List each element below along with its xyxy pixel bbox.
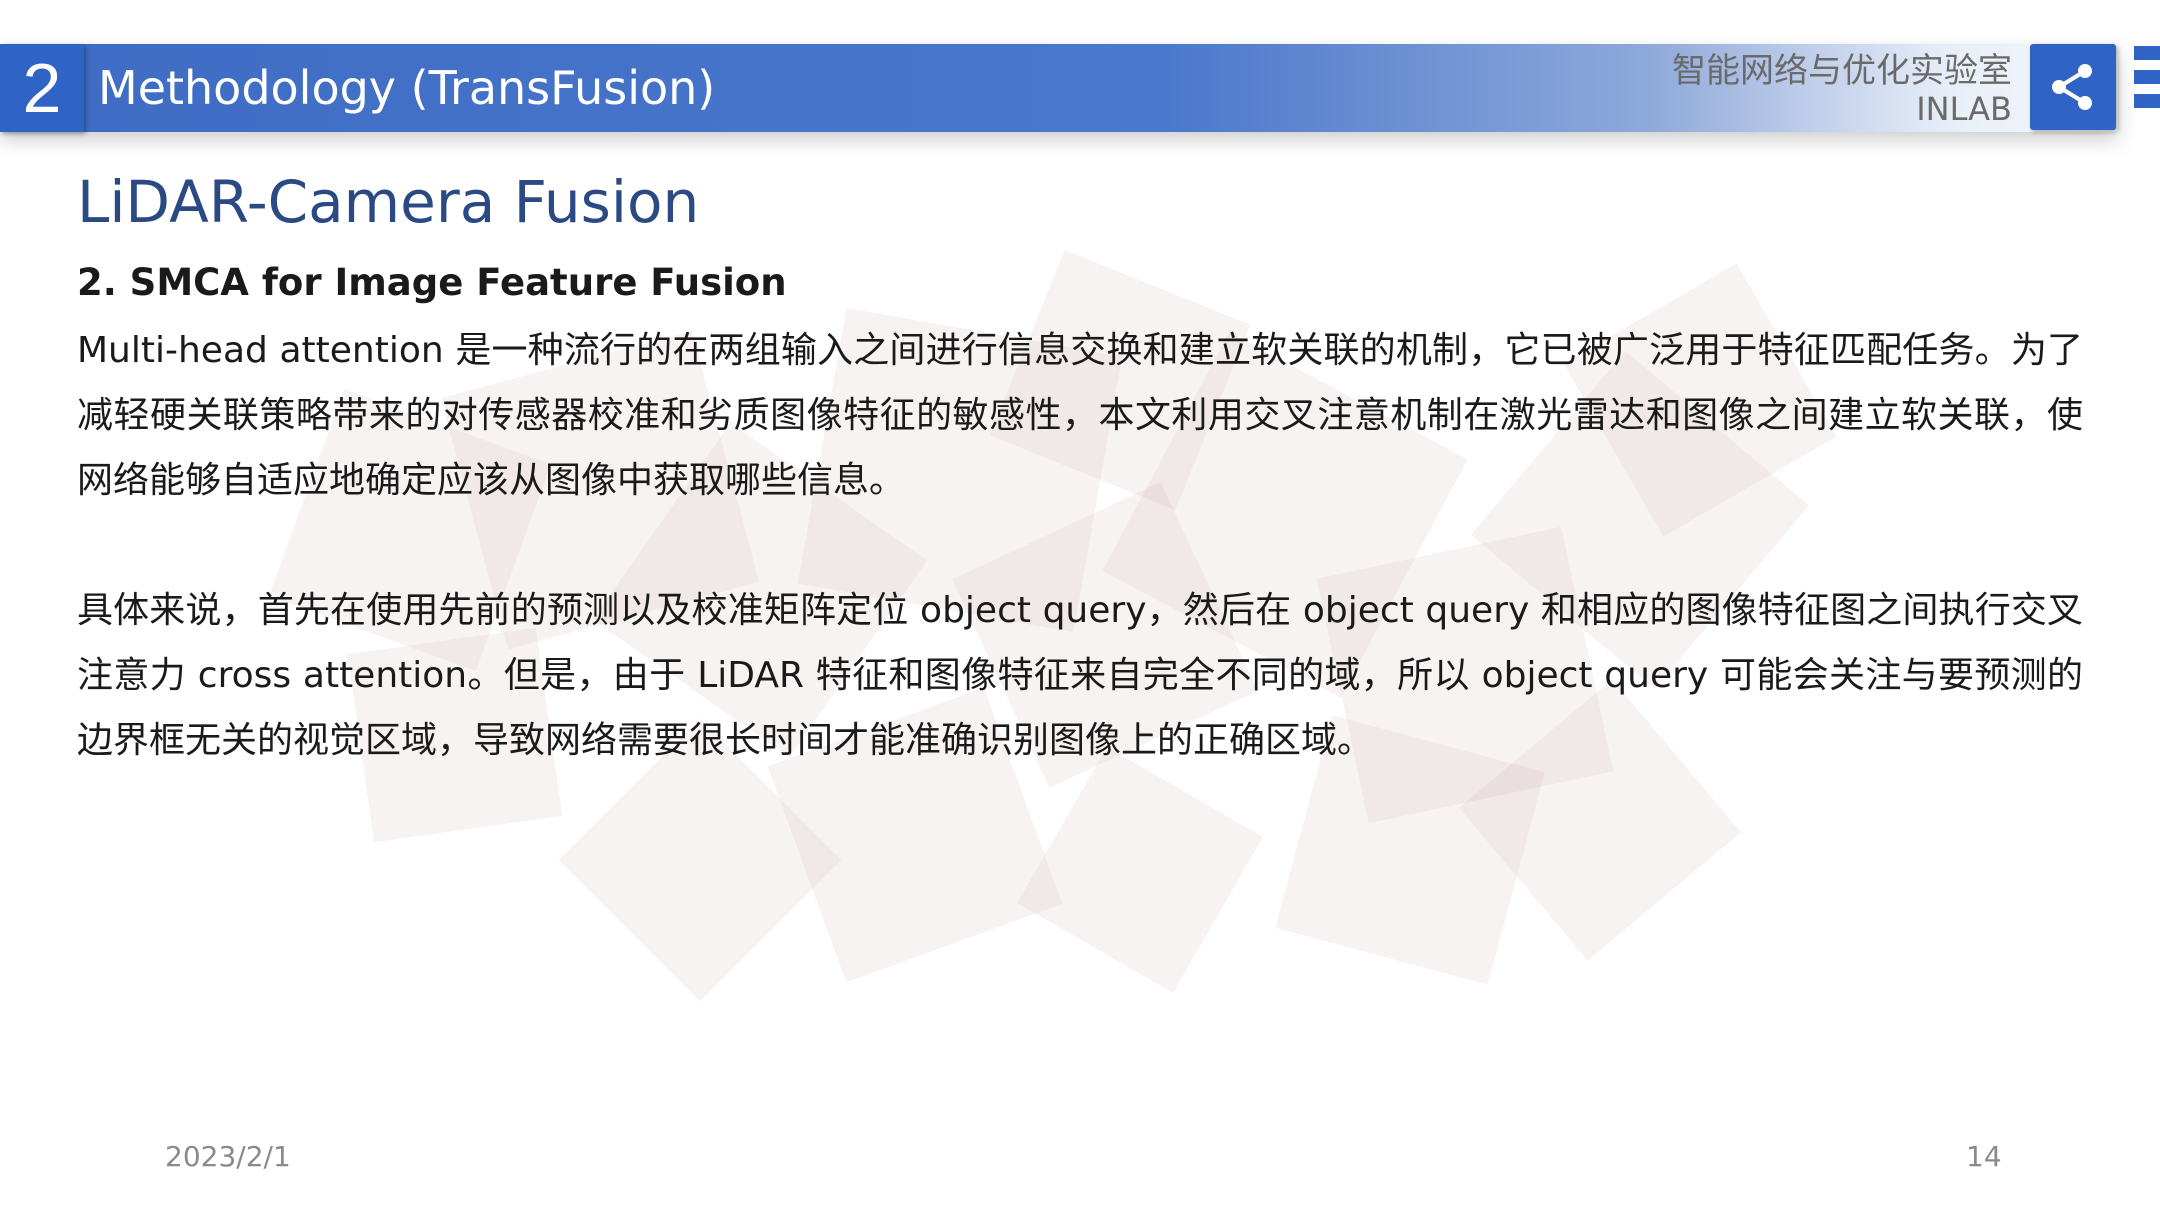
section-number: 2: [0, 44, 84, 132]
share-button[interactable]: [2030, 44, 2116, 130]
slide-subheading: 2. SMCA for Image Feature Fusion: [77, 261, 787, 304]
lab-name-cn: 智能网络与优化实验室: [1672, 51, 2012, 91]
body-paragraph-2: 具体来说，首先在使用先前的预测以及校准矩阵定位 object query，然后在…: [77, 590, 2083, 761]
lab-name-en: INLAB: [1916, 90, 2012, 128]
menu-bars-icon[interactable]: [2134, 46, 2160, 132]
lab-logo-text: 智能网络与优化实验室 INLAB: [1592, 52, 2012, 128]
share-icon: [2052, 64, 2092, 110]
section-title: Methodology (TransFusion): [98, 61, 716, 115]
footer-date: 2023/2/1: [165, 1140, 291, 1173]
page-number: 14: [1966, 1140, 2002, 1173]
slide-heading: LiDAR-Camera Fusion: [77, 168, 700, 236]
body-paragraph-1: Multi-head attention 是一种流行的在两组输入之间进行信息交换…: [77, 330, 2083, 501]
